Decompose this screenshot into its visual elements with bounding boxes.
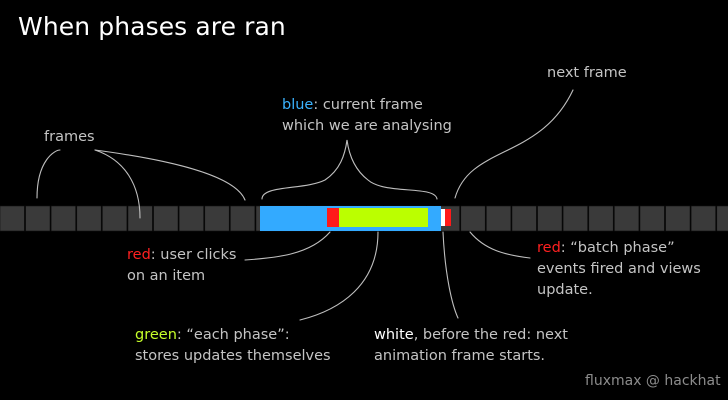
- frame-cell: [25, 205, 51, 232]
- frame-cell: [562, 205, 588, 232]
- frame-cell: [486, 205, 512, 232]
- leader-blue-bracket: [261, 139, 438, 200]
- blue-line1-text: : current frame: [313, 97, 423, 113]
- leader-green: [299, 231, 379, 321]
- red-batch-annotation: red: “batch phase” events fired and view…: [537, 238, 701, 301]
- green-line2-text: stores updates themselves: [135, 348, 331, 364]
- green-annotation: green: “each phase”: stores updates them…: [135, 325, 331, 367]
- blue-keyword: blue: [282, 97, 314, 113]
- frame-cell: [690, 205, 716, 232]
- red-batch-line3-text: update.: [537, 282, 593, 298]
- blue-annotation: blue: current frame which we are analysi…: [282, 95, 452, 137]
- leader-white: [442, 231, 459, 319]
- leader-red-batch: [469, 231, 531, 259]
- red-batch-annotation-line1: red: “batch phase”: [537, 238, 701, 259]
- frame-cell: [716, 205, 728, 232]
- diagram-stage: When phases are ran frames next frame bl…: [0, 0, 728, 400]
- frame-cell: [76, 205, 102, 232]
- leader-frames-left: [36, 149, 61, 199]
- red-batch-line2-text: events fired and views: [537, 261, 701, 277]
- frame-cell: [460, 205, 486, 232]
- batch-phase-block: [445, 209, 451, 226]
- next-frame-label: next frame: [547, 65, 627, 81]
- timeline-diagram: [0, 89, 728, 321]
- frame-cell: [0, 205, 25, 232]
- each-phase-block: [339, 208, 428, 227]
- frame-cell: [102, 205, 128, 232]
- frame-cell: [665, 205, 691, 232]
- next-frame-start-block: [441, 209, 445, 226]
- green-keyword: green: [135, 327, 177, 343]
- red-click-line2-text: on an item: [127, 268, 206, 284]
- frames-label: frames: [44, 129, 95, 145]
- leader-frames-right: [94, 149, 246, 201]
- frame-cell: [50, 205, 76, 232]
- red-click-annotation-line1: red: user clicks: [127, 245, 236, 266]
- frame-cell: [639, 205, 665, 232]
- red-click-annotation: red: user clicks on an item: [127, 245, 236, 287]
- white-line2-text: animation frame starts.: [374, 348, 546, 364]
- frame-cell: [153, 205, 179, 232]
- white-keyword: white: [374, 327, 414, 343]
- leader-red-click: [244, 231, 331, 261]
- frame-cell: [614, 205, 640, 232]
- red-click-line1-text: : user clicks: [150, 247, 237, 263]
- white-annotation: white, before the red: next animation fr…: [374, 325, 568, 367]
- user-click-block: [327, 208, 339, 227]
- white-annotation-line1: white, before the red: next: [374, 325, 568, 346]
- frame-cell: [588, 205, 614, 232]
- frame-cell: [178, 205, 204, 232]
- blue-line2-text: which we are analysing: [282, 118, 452, 134]
- red-click-keyword: red: [127, 247, 151, 263]
- frame-cell: [537, 205, 563, 232]
- red-batch-line1-text: : “batch phase”: [560, 240, 675, 256]
- white-line1-text: , before the red: next: [413, 327, 568, 343]
- credit-text: fluxmax @ hackhat: [585, 373, 721, 389]
- frame-cell: [230, 205, 256, 232]
- frame-cell: [511, 205, 537, 232]
- green-annotation-line1: green: “each phase”:: [135, 325, 331, 346]
- blue-annotation-line1: blue: current frame: [282, 95, 452, 116]
- red-batch-keyword: red: [537, 240, 561, 256]
- leader-next-frame: [454, 89, 574, 199]
- green-line1-text: : “each phase”:: [176, 327, 290, 343]
- frame-cell: [204, 205, 230, 232]
